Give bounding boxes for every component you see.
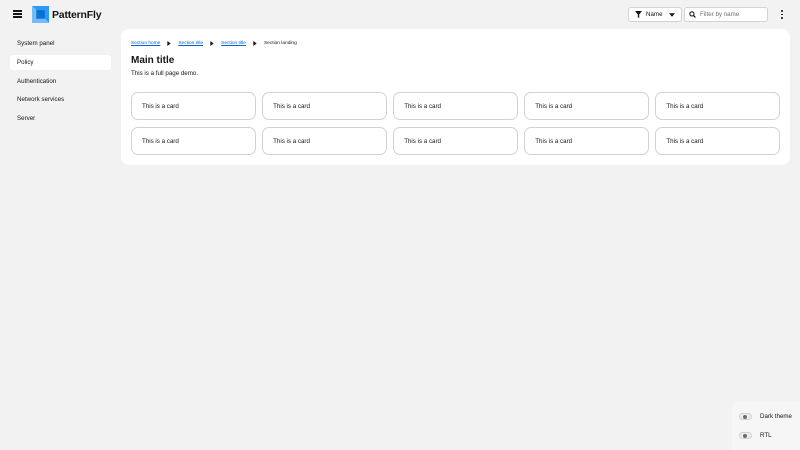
card[interactable]: This is a card — [131, 92, 256, 120]
sidebar-nav: System panel Policy Authentication Netwo… — [10, 36, 111, 129]
sidebar-item-label: System panel — [17, 40, 55, 48]
breadcrumb-link-section-title-1[interactable]: Section title — [178, 41, 203, 46]
card-text: This is a card — [666, 102, 704, 110]
caret-down-icon — [669, 12, 675, 17]
card-text: This is a card — [273, 102, 310, 110]
sidebar-item-authentication[interactable]: Authentication — [10, 73, 111, 89]
card[interactable]: This is a card — [262, 92, 387, 120]
filter-icon — [635, 11, 642, 18]
breadcrumb-link-section-home[interactable]: Section home — [131, 41, 160, 46]
breadcrumb: Section home Section title Section title… — [131, 41, 297, 46]
card[interactable]: This is a card — [393, 92, 518, 120]
sidebar-item-server[interactable]: Server — [10, 111, 111, 127]
sidebar-item-label: Policy — [17, 58, 34, 66]
sidebar-item-label: Server — [17, 115, 36, 122]
chevron-right-icon — [167, 41, 172, 46]
kebab-icon[interactable] — [780, 10, 784, 19]
card[interactable]: This is a card — [393, 127, 518, 155]
brand-logo[interactable]: PatternFly — [32, 6, 102, 23]
page-description: This is a full page demo. — [131, 70, 199, 77]
dark-theme-label: Dark theme — [760, 413, 792, 420]
card-grid: This is a card This is a card This is a … — [131, 92, 780, 155]
card-text: This is a card — [142, 137, 179, 145]
chevron-right-icon — [253, 41, 257, 46]
card-text: This is a card — [404, 102, 441, 110]
hamburger-icon[interactable] — [13, 10, 22, 18]
sidebar-item-network-services[interactable]: Network services — [10, 92, 111, 108]
search-input[interactable] — [700, 11, 766, 18]
rtl-label: RTL — [760, 432, 772, 439]
rtl-switch[interactable] — [739, 431, 752, 440]
filter-attribute-select[interactable]: Name — [628, 7, 682, 22]
card[interactable]: This is a card — [524, 92, 649, 120]
card-text: This is a card — [142, 102, 179, 110]
breadcrumb-link-section-title-2[interactable]: Section title — [221, 41, 246, 46]
card-text: This is a card — [535, 137, 573, 145]
card[interactable]: This is a card — [655, 92, 780, 120]
sidebar-item-label: Authentication — [17, 77, 57, 85]
card-text: This is a card — [404, 137, 441, 145]
sidebar-item-label: Network services — [17, 96, 65, 104]
page-title: Main title — [131, 55, 175, 66]
theme-toggle-panel: Dark theme RTL — [732, 402, 800, 450]
card[interactable]: This is a card — [262, 127, 387, 155]
masthead: PatternFly Name — [0, 0, 800, 29]
card-text: This is a card — [535, 102, 573, 110]
sidebar-item-policy[interactable]: Policy — [10, 54, 111, 71]
main-content-panel: Section home Section title Section title… — [121, 29, 790, 165]
search-icon — [689, 11, 696, 18]
brand-name: PatternFly — [52, 8, 102, 21]
breadcrumb-current: Section landing — [263, 41, 297, 46]
filter-selected-value: Name — [646, 11, 663, 18]
dark-theme-toggle-row: Dark theme — [732, 411, 800, 422]
dark-theme-switch[interactable] — [739, 412, 752, 421]
card-text: This is a card — [666, 137, 704, 145]
chevron-right-icon — [210, 41, 214, 46]
card[interactable]: This is a card — [131, 127, 256, 155]
card[interactable]: This is a card — [655, 127, 780, 155]
sidebar-item-system-panel[interactable]: System panel — [10, 36, 111, 52]
rtl-toggle-row: RTL — [732, 430, 800, 441]
patternfly-logo-icon — [32, 6, 49, 23]
card-text: This is a card — [273, 137, 310, 145]
search-box[interactable] — [684, 7, 768, 22]
card[interactable]: This is a card — [524, 127, 649, 155]
